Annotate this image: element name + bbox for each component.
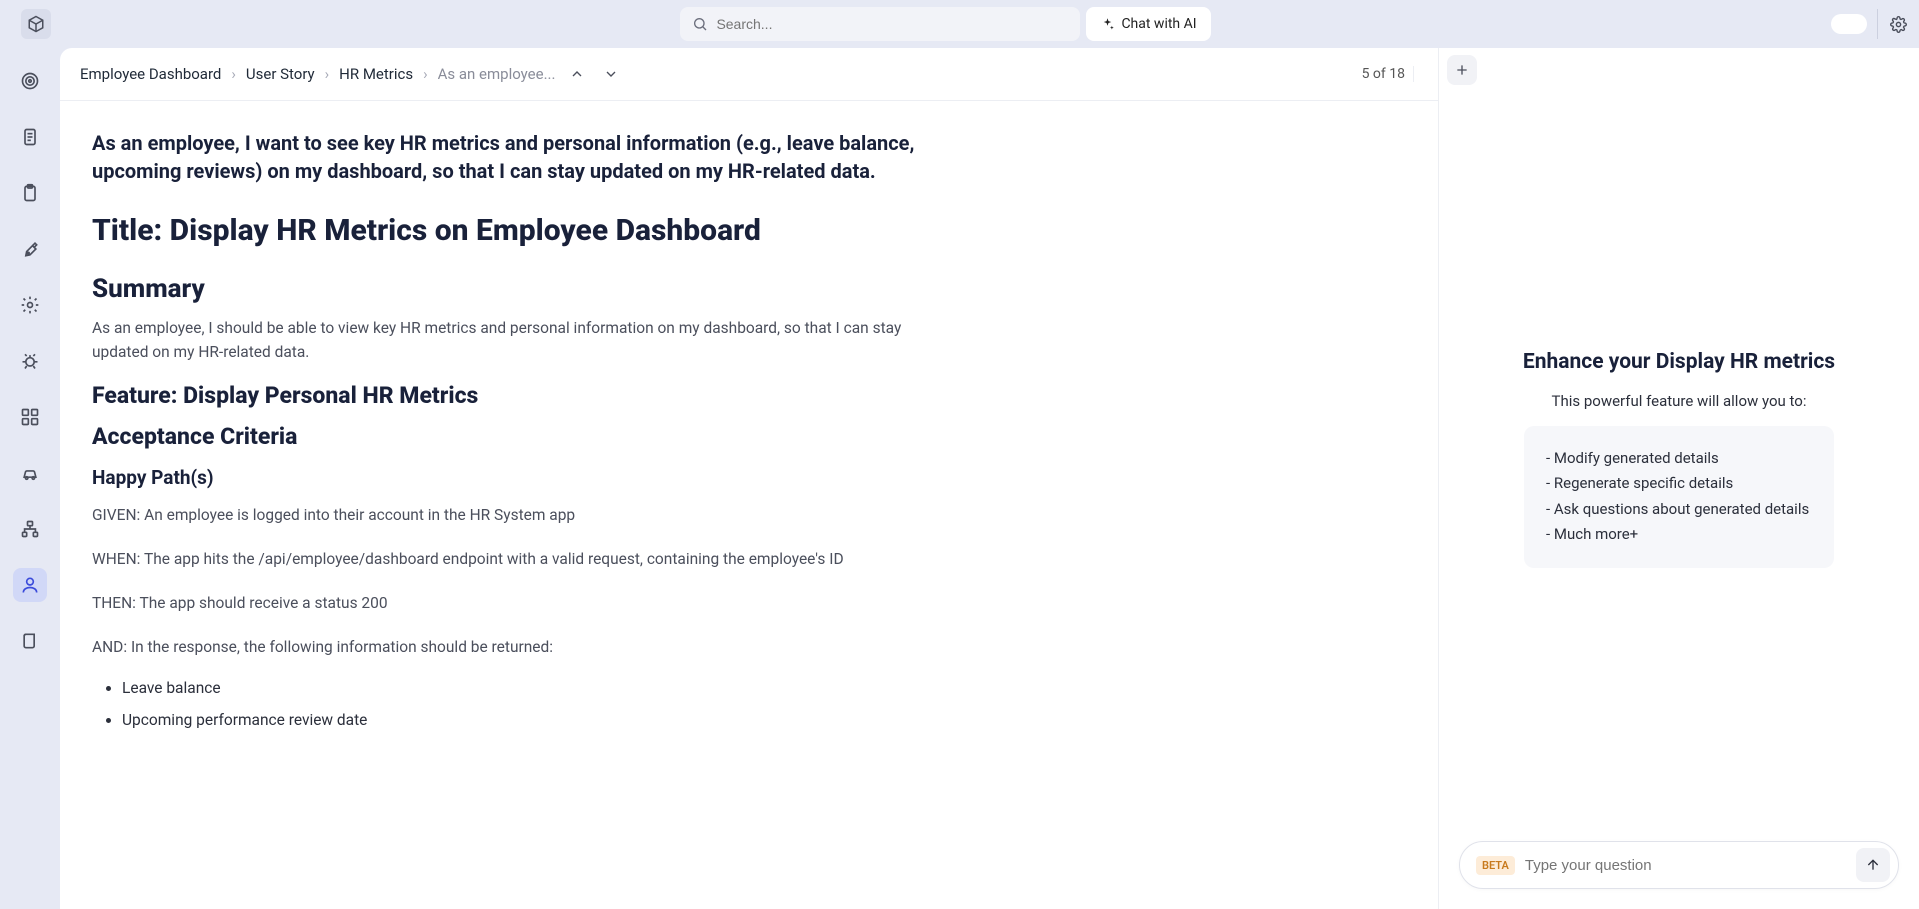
breadcrumb-item[interactable]: HR Metrics (339, 65, 413, 83)
breadcrumb-item[interactable]: User Story (246, 65, 315, 83)
document-header: Employee Dashboard › User Story › HR Met… (60, 48, 1438, 101)
sidebar-item-scroll[interactable] (13, 624, 47, 658)
sidebar-item-clipboard[interactable] (13, 176, 47, 210)
given-step: GIVEN: An employee is logged into their … (92, 503, 952, 527)
org-chart-icon (20, 519, 40, 539)
theme-toggle[interactable] (1831, 14, 1867, 34)
add-tab-button[interactable] (1447, 55, 1477, 85)
enhance-point: - Regenerate specific details (1546, 471, 1812, 497)
question-input-wrap: BETA (1459, 841, 1899, 889)
beta-badge: BETA (1476, 856, 1515, 875)
modules-icon (20, 407, 40, 427)
car-icon (20, 463, 40, 483)
plus-icon (1454, 62, 1470, 78)
user-icon (20, 575, 40, 595)
search-icon (692, 16, 708, 32)
next-item-button[interactable] (599, 62, 623, 86)
document-icon (20, 127, 40, 147)
sidebar-item-bug[interactable] (13, 344, 47, 378)
enhance-subtitle: This powerful feature will allow you to: (1552, 392, 1807, 410)
then-step: THEN: The app should receive a status 20… (92, 591, 952, 615)
document-scroll[interactable]: As an employee, I want to see key HR met… (60, 101, 1438, 909)
prev-item-button[interactable] (565, 62, 589, 86)
right-panel: Enhance your Display HR metrics This pow… (1439, 48, 1919, 909)
chevron-down-icon (603, 66, 619, 82)
enhance-point: - Ask questions about generated details (1546, 497, 1812, 523)
sidebar-item-org[interactable] (13, 512, 47, 546)
breadcrumb-item[interactable]: Employee Dashboard (80, 65, 221, 83)
gear-icon (1890, 15, 1907, 34)
clipboard-icon (20, 183, 40, 203)
sparkle-icon (1100, 17, 1115, 32)
right-panel-body: Enhance your Display HR metrics This pow… (1439, 92, 1919, 825)
target-icon (20, 71, 40, 91)
scroll-icon (20, 631, 40, 651)
gear-icon (20, 295, 40, 315)
app-body: Employee Dashboard › User Story › HR Met… (0, 48, 1919, 909)
bug-icon (20, 351, 40, 371)
acceptance-heading: Acceptance Criteria (92, 423, 1348, 450)
chevron-right-icon: › (423, 65, 428, 83)
breadcrumbs: Employee Dashboard › User Story › HR Met… (80, 62, 623, 86)
story-lead: As an employee, I want to see key HR met… (92, 129, 952, 185)
chat-with-ai-label: Chat with AI (1121, 16, 1196, 32)
enhance-card: - Modify generated details - Regenerate … (1524, 426, 1834, 568)
arrow-up-icon (1865, 857, 1881, 873)
chevron-right-icon: › (231, 65, 236, 83)
sidebar-item-user[interactable] (13, 568, 47, 602)
pen-nib-icon (20, 239, 40, 259)
when-step: WHEN: The app hits the /api/employee/das… (92, 547, 952, 571)
happy-path-heading: Happy Path(s) (92, 466, 1348, 489)
enhance-point: - Modify generated details (1546, 446, 1812, 472)
enhance-point: - Much more+ (1546, 522, 1812, 548)
bullet-item: Leave balance (122, 679, 1348, 697)
send-button[interactable] (1856, 848, 1890, 882)
summary-text: As an employee, I should be able to view… (92, 316, 952, 364)
sidebar-item-document[interactable] (13, 120, 47, 154)
right-panel-tabs (1439, 48, 1919, 92)
page-indicator: 5 of 18 (1362, 66, 1414, 82)
sidebar-item-modules[interactable] (13, 400, 47, 434)
topbar: Chat with AI (0, 0, 1919, 48)
settings-button[interactable] (1877, 9, 1907, 39)
chat-with-ai-button[interactable]: Chat with AI (1086, 7, 1210, 41)
topbar-right (1831, 9, 1907, 39)
enhance-title: Enhance your Display HR metrics (1523, 350, 1835, 374)
topbar-center: Chat with AI (60, 7, 1831, 41)
app-logo-icon[interactable] (21, 9, 51, 39)
sidebar-item-pen[interactable] (13, 232, 47, 266)
chevron-up-icon (569, 66, 585, 82)
sidebar-item-target[interactable] (13, 64, 47, 98)
main-column: Employee Dashboard › User Story › HR Met… (60, 48, 1919, 909)
and-step: AND: In the response, the following info… (92, 635, 952, 659)
search-box[interactable] (680, 7, 1080, 41)
feature-heading: Feature: Display Personal HR Metrics (92, 382, 1348, 409)
question-input[interactable] (1525, 857, 1846, 874)
search-input[interactable] (708, 16, 1068, 32)
doc-title: Title: Display HR Metrics on Employee Da… (92, 213, 1348, 248)
topbar-logo-area (12, 9, 60, 39)
response-bullets: Leave balance Upcoming performance revie… (92, 679, 1348, 729)
sidebar (0, 48, 60, 909)
bullet-item: Upcoming performance review date (122, 711, 1348, 729)
sidebar-item-car[interactable] (13, 456, 47, 490)
chevron-right-icon: › (325, 65, 330, 83)
sidebar-item-gear[interactable] (13, 288, 47, 322)
breadcrumb-current: As an employee... (438, 65, 556, 83)
summary-heading: Summary (92, 274, 1348, 304)
document-area: Employee Dashboard › User Story › HR Met… (60, 48, 1439, 909)
